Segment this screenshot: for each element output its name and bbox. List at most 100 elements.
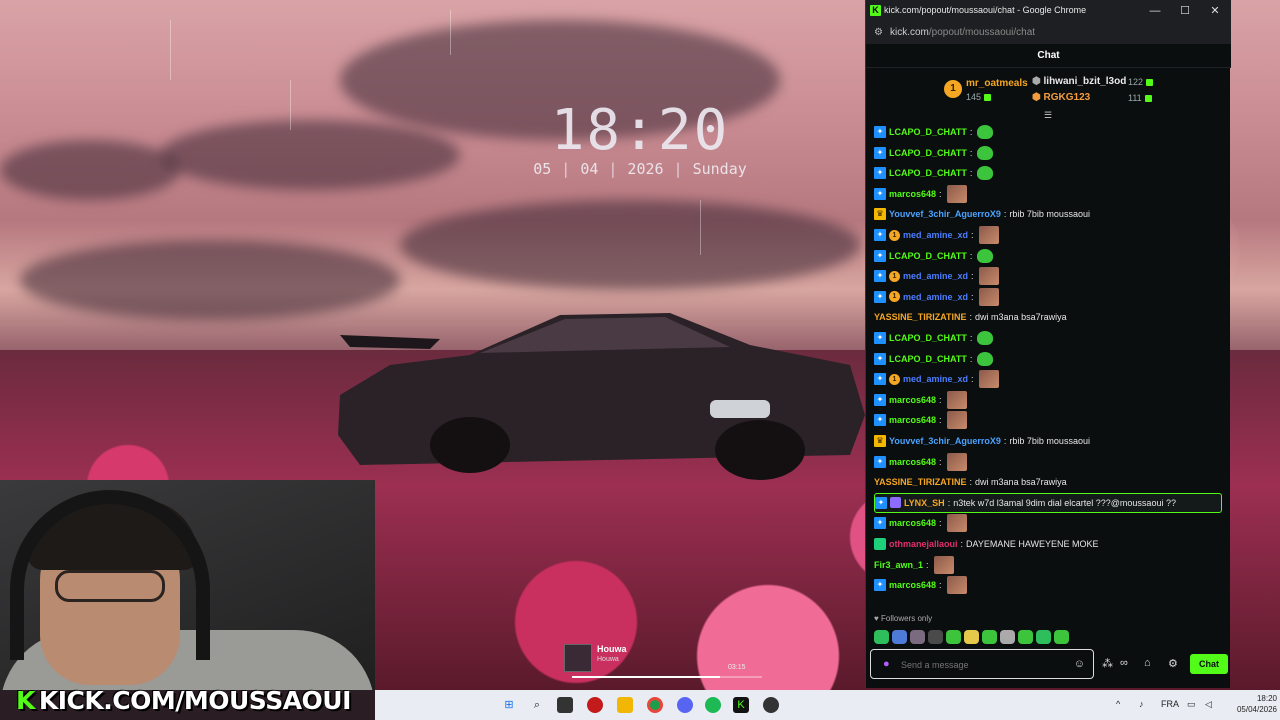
chat-username[interactable]: Fir3_awn_1 xyxy=(874,560,923,570)
chat-username[interactable]: YASSINE_TIRIZATINE xyxy=(874,312,967,322)
chat-message[interactable]: ✦ marcos648: xyxy=(874,390,967,410)
chat-message[interactable]: ✦ 1 med_amine_xd: xyxy=(874,225,999,245)
site-info-icon[interactable]: ⚙ xyxy=(874,27,883,38)
chat-username[interactable]: LCAPO_D_CHATT xyxy=(889,168,967,178)
chat-username[interactable]: med_amine_xd xyxy=(903,292,968,302)
emote-button[interactable] xyxy=(874,630,889,644)
chat-username[interactable]: LCAPO_D_CHATT xyxy=(889,354,967,364)
chat-username[interactable]: marcos648 xyxy=(889,415,936,425)
chat-message[interactable]: ✦ 1 med_amine_xd: xyxy=(874,287,999,307)
chat-username[interactable]: othmanejallaoui xyxy=(889,539,958,549)
chat-message-list[interactable]: ✦ LCAPO_D_CHATT: ✦ LCAPO_D_CHATT: ✦ LCAPO_D_C… xyxy=(874,122,1224,612)
taskbar-clock[interactable]: 18:20 05/04/2026 xyxy=(1225,693,1277,715)
emote-button[interactable] xyxy=(982,630,997,644)
chat-username[interactable]: med_amine_xd xyxy=(903,374,968,384)
chat-username[interactable]: LCAPO_D_CHATT xyxy=(889,251,967,261)
chat-message[interactable]: ✦ marcos648: xyxy=(874,184,967,204)
chat-username[interactable]: marcos648 xyxy=(889,189,936,199)
language-indicator[interactable]: FRA xyxy=(1161,699,1179,709)
chat-colon: : xyxy=(969,353,973,364)
chat-message[interactable]: ♛ Youvvef_3chir_AguerroX9: rbib 7bib mouss… xyxy=(874,431,1090,451)
address-bar[interactable]: ⚙ kick.com/popout/moussaoui/chat xyxy=(866,22,1231,44)
chat-message[interactable]: ✦ LCAPO_D_CHATT: xyxy=(874,246,994,266)
highlighted-chat-message[interactable]: ✦ LYNX_SH: n3tek w7d l3amal 9dim dial elca… xyxy=(874,492,1222,513)
obs-icon[interactable] xyxy=(763,697,779,713)
chat-settings-gear-icon[interactable]: ⚙ xyxy=(1168,657,1178,670)
kick-app-icon[interactable]: K xyxy=(733,697,749,713)
discord-icon[interactable] xyxy=(677,697,693,713)
leader-2-name[interactable]: ⬢ lihwani_bzit_l3od xyxy=(1032,76,1126,87)
chat-message[interactable]: ♛ Youvvef_3chir_AguerroX9: rbib 7bib mouss… xyxy=(874,204,1090,224)
chat-username[interactable]: Youvvef_3chir_AguerroX9 xyxy=(889,209,1001,219)
chat-message[interactable]: ✦ LCAPO_D_CHATT: xyxy=(874,328,994,348)
chat-message[interactable]: ✦ marcos648: xyxy=(874,452,967,472)
store-icon[interactable]: ⌂ xyxy=(1144,657,1151,669)
emote-button[interactable] xyxy=(964,630,979,644)
chat-message[interactable]: ✦ 1 med_amine_xd: xyxy=(874,266,999,286)
emote-button[interactable] xyxy=(946,630,961,644)
tray-mic-icon[interactable]: ♪ xyxy=(1139,699,1144,709)
chat-message[interactable]: ✦ marcos648: xyxy=(874,575,967,595)
send-chat-button[interactable]: Chat xyxy=(1190,654,1228,674)
task-view-icon[interactable] xyxy=(557,697,573,713)
chat-message-text: rbib 7bib moussaoui xyxy=(1009,209,1090,220)
chat-username[interactable]: marcos648 xyxy=(889,457,936,467)
chat-message[interactable]: ✦ LCAPO_D_CHATT: xyxy=(874,122,994,142)
chrome-icon[interactable] xyxy=(647,697,663,713)
chat-username[interactable]: marcos648 xyxy=(889,518,936,528)
chat-username[interactable]: LCAPO_D_CHATT xyxy=(889,148,967,158)
chat-username[interactable]: LCAPO_D_CHATT xyxy=(889,127,967,137)
chat-username[interactable]: marcos648 xyxy=(889,395,936,405)
chat-message[interactable]: YASSINE_TIRIZATINE: dwi m3ana bsa7rawiya xyxy=(874,472,1067,492)
emote-button[interactable] xyxy=(910,630,925,644)
emoji-picker-icon[interactable]: ☺ xyxy=(1074,658,1085,670)
emote-button[interactable] xyxy=(892,630,907,644)
leader-2-name-text: lihwani_bzit_l3od xyxy=(1043,76,1127,87)
points-icon[interactable]: ⁂ xyxy=(1102,657,1113,670)
chat-message[interactable]: ✦ LCAPO_D_CHATT: xyxy=(874,163,994,183)
chat-message-input[interactable] xyxy=(901,656,1061,674)
maximize-button[interactable]: ☐ xyxy=(1176,3,1194,19)
start-windows-icon[interactable]: ⊞ xyxy=(501,697,517,713)
chat-message[interactable]: YASSINE_TIRIZATINE: dwi m3ana bsa7rawiya xyxy=(874,307,1067,327)
media-time: 03:15 xyxy=(728,664,746,671)
network-icon[interactable]: ▭ xyxy=(1187,699,1196,710)
chat-message[interactable]: ✦ 1 med_amine_xd: xyxy=(874,369,999,389)
chat-message[interactable]: ✦ marcos648: xyxy=(874,410,967,430)
chat-message[interactable]: othmanejallaoui: DAYEMANE HAWEYENE MOKE xyxy=(874,534,1099,554)
window-titlebar[interactable]: K kick.com/popout/moussaoui/chat - Googl… xyxy=(866,0,1231,22)
chat-username[interactable]: med_amine_xd xyxy=(903,230,968,240)
chat-username[interactable]: LCAPO_D_CHATT xyxy=(889,333,967,343)
media-widget[interactable]: Houwa Houwa 03:15 xyxy=(562,642,762,682)
chat-username[interactable]: Youvvef_3chir_AguerroX9 xyxy=(889,436,1001,446)
collapse-leaderboard-icon[interactable]: ☰ xyxy=(1042,110,1054,120)
chat-username[interactable]: YASSINE_TIRIZATINE xyxy=(874,477,967,487)
leader-1-count-value: 145 xyxy=(966,92,982,102)
chat-username[interactable]: marcos648 xyxy=(889,580,936,590)
chat-input-box[interactable]: ● ☺ xyxy=(870,649,1094,679)
volume-icon[interactable]: ◁ xyxy=(1205,699,1212,710)
file-explorer-icon[interactable] xyxy=(617,697,633,713)
spotify-icon[interactable] xyxy=(705,697,721,713)
emote-button[interactable] xyxy=(1000,630,1015,644)
emote-button[interactable] xyxy=(928,630,943,644)
leader-3-name[interactable]: ⬢ RGKG123 xyxy=(1032,92,1090,103)
minimize-button[interactable]: — xyxy=(1146,3,1164,19)
chat-message[interactable]: ✦ LCAPO_D_CHATT: xyxy=(874,349,994,369)
emote-button[interactable] xyxy=(1018,630,1033,644)
emote-button[interactable] xyxy=(1054,630,1069,644)
infinity-icon[interactable]: ∞ xyxy=(1120,657,1128,669)
close-button[interactable]: ✕ xyxy=(1206,3,1224,19)
leader-1-name[interactable]: mr_oatmeals xyxy=(966,78,1028,89)
search-icon[interactable]: ⌕ xyxy=(529,697,545,713)
media-progress-bar[interactable] xyxy=(572,676,762,678)
tray-overflow-icon[interactable]: ^ xyxy=(1116,699,1120,709)
chat-username[interactable]: LYNX_SH xyxy=(904,498,945,508)
emote-button[interactable] xyxy=(1036,630,1051,644)
app-record-icon[interactable] xyxy=(587,697,603,713)
microphone-icon[interactable]: ● xyxy=(883,658,890,670)
chat-message[interactable]: Fir3_awn_1: xyxy=(874,555,954,575)
chat-message[interactable]: ✦ marcos648: xyxy=(874,513,967,533)
chat-username[interactable]: med_amine_xd xyxy=(903,271,968,281)
chat-message[interactable]: ✦ LCAPO_D_CHATT: xyxy=(874,143,994,163)
